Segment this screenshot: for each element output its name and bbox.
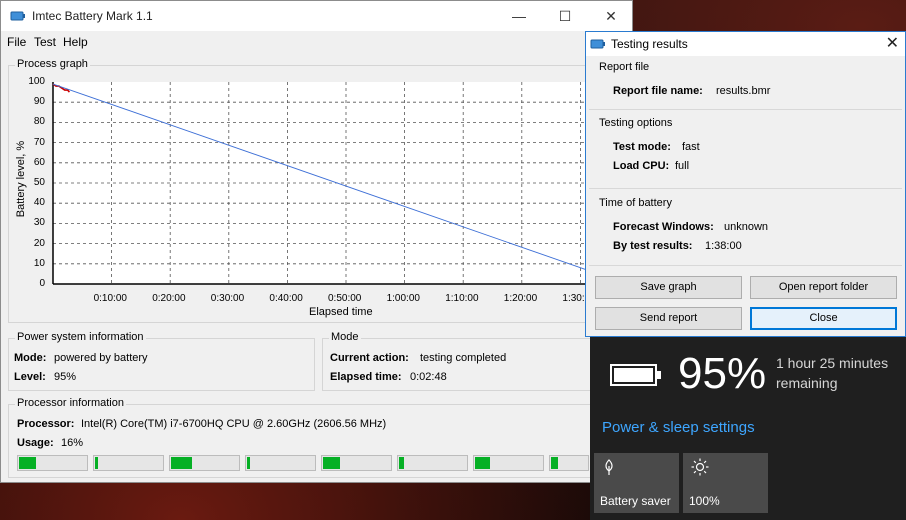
results-title-bar[interactable]: Testing results ✕: [586, 32, 905, 56]
y-tick-label: 0: [39, 278, 45, 289]
section-divider: [589, 109, 902, 110]
core-load-bar: [473, 455, 544, 471]
by-test-results-value: 1:38:00: [705, 240, 742, 252]
battery-saver-label: Battery saver: [600, 494, 671, 508]
core-load-fill: [95, 457, 98, 469]
battery-percent: 95%: [678, 349, 767, 398]
by-test-results-label: By test results:: [613, 240, 693, 252]
y-tick-label: 20: [33, 237, 45, 249]
x-tick-label: 0:30:00: [210, 293, 245, 304]
battery-app-icon: [590, 39, 605, 49]
core-load-fill: [399, 457, 404, 469]
core-load-bar: [549, 455, 589, 471]
core-load-fill: [171, 457, 192, 469]
time-of-battery-heading: Time of battery: [599, 197, 672, 209]
results-title: Testing results: [611, 37, 688, 51]
section-divider: [589, 188, 902, 189]
testing-options-heading: Testing options: [599, 117, 673, 129]
power-level-value: 95%: [54, 371, 77, 383]
processor-label: Processor:: [17, 418, 75, 430]
x-tick-label: 0:50:00: [328, 293, 362, 304]
power-system-title: Power system information: [15, 331, 146, 343]
processor-value: Intel(R) Core(TM) i7-6700HQ CPU @ 2.60GH…: [81, 418, 387, 430]
processor-title: Processor information: [15, 397, 126, 409]
x-axis-label: Elapsed time: [309, 306, 373, 318]
y-axis-label: Battery level, %: [15, 140, 27, 218]
battery-saver-tile[interactable]: Battery saver: [594, 453, 679, 513]
forecast-windows-label: Forecast Windows:: [613, 221, 714, 233]
report-file-value: results.bmr: [716, 85, 771, 97]
open-report-folder-button[interactable]: Open report folder: [750, 276, 897, 299]
core-load-fill: [475, 457, 490, 469]
report-file-heading: Report file: [599, 61, 650, 73]
mode-title: Mode: [329, 331, 361, 343]
x-tick-label: 1:10:00: [445, 293, 479, 304]
brightness-tile[interactable]: 100%: [683, 453, 768, 513]
core-load-bar: [93, 455, 164, 471]
y-tick-label: 90: [33, 96, 45, 108]
x-tick-label: 0:40:00: [269, 293, 303, 304]
time-remaining-line2: remaining: [776, 375, 838, 391]
elapsed-time-label: Elapsed time:: [330, 371, 402, 383]
time-remaining-line1: 1 hour 25 minutes: [776, 355, 889, 371]
usage-label: Usage:: [17, 437, 54, 449]
test-mode-label: Test mode:: [613, 141, 671, 153]
brightness-label: 100%: [689, 494, 720, 508]
y-tick-label: 10: [33, 257, 45, 269]
load-cpu-label: Load CPU:: [613, 160, 670, 172]
y-tick-label: 100: [28, 76, 45, 87]
core-load-fill: [551, 457, 558, 469]
report-file-label: Report file name:: [613, 85, 703, 97]
close-results-button[interactable]: Close: [750, 307, 897, 330]
y-tick-label: 50: [33, 177, 45, 188]
core-load-bar: [17, 455, 88, 471]
load-cpu-value: full: [675, 160, 690, 172]
time-remaining: 1 hour 25 minutes remaining: [776, 353, 888, 393]
test-mode-value: fast: [682, 141, 700, 153]
battery-flyout: 95% 1 hour 25 minutes remaining Power & …: [590, 337, 906, 520]
power-system-group: Power system information: [8, 331, 315, 391]
battery-icon: [610, 364, 661, 386]
current-action-label: Current action:: [330, 352, 409, 364]
results-close-icon[interactable]: ✕: [886, 33, 899, 53]
core-load-bar: [245, 455, 316, 471]
x-tick-label: 0:20:00: [152, 293, 186, 304]
x-tick-label: 1:00:00: [386, 293, 420, 304]
main-window: Imtec Battery Mark 1.1 — ☐ ✕ File Test H…: [0, 0, 633, 483]
core-load-bar: [397, 455, 468, 471]
core-load-fill: [323, 457, 340, 469]
y-tick-label: 80: [33, 116, 45, 128]
core-load-fill: [247, 457, 250, 469]
core-load-bar: [169, 455, 240, 471]
power-sleep-settings-link[interactable]: Power & sleep settings: [602, 419, 755, 436]
mode-group: Mode: [322, 331, 629, 391]
forecast-windows-value: unknown: [724, 221, 769, 233]
brightness-icon: [691, 458, 709, 476]
elapsed-time-value: 0:02:48: [410, 371, 447, 383]
core-load-bar: [321, 455, 392, 471]
testing-results-window: Testing results ✕ Report file Report fil…: [585, 31, 906, 337]
power-mode-label: Mode:: [14, 352, 47, 364]
y-tick-label: 60: [33, 156, 45, 168]
save-graph-button[interactable]: Save graph: [595, 276, 742, 299]
core-load-fill: [19, 457, 36, 469]
y-tick-label: 40: [33, 197, 45, 209]
y-tick-label: 70: [33, 136, 45, 148]
send-report-button[interactable]: Send report: [595, 307, 742, 330]
x-tick-label: 1:20:00: [503, 293, 538, 304]
power-mode-value: powered by battery: [54, 352, 148, 364]
battery-saver-icon: [605, 459, 613, 475]
usage-value: 16%: [61, 437, 84, 449]
power-level-label: Level:: [14, 371, 46, 383]
current-action-value: testing completed: [420, 352, 507, 364]
section-divider: [589, 265, 902, 266]
battery-chart: [52, 82, 590, 285]
x-tick-label: 0:10:00: [93, 293, 127, 304]
y-tick-label: 30: [33, 217, 45, 229]
